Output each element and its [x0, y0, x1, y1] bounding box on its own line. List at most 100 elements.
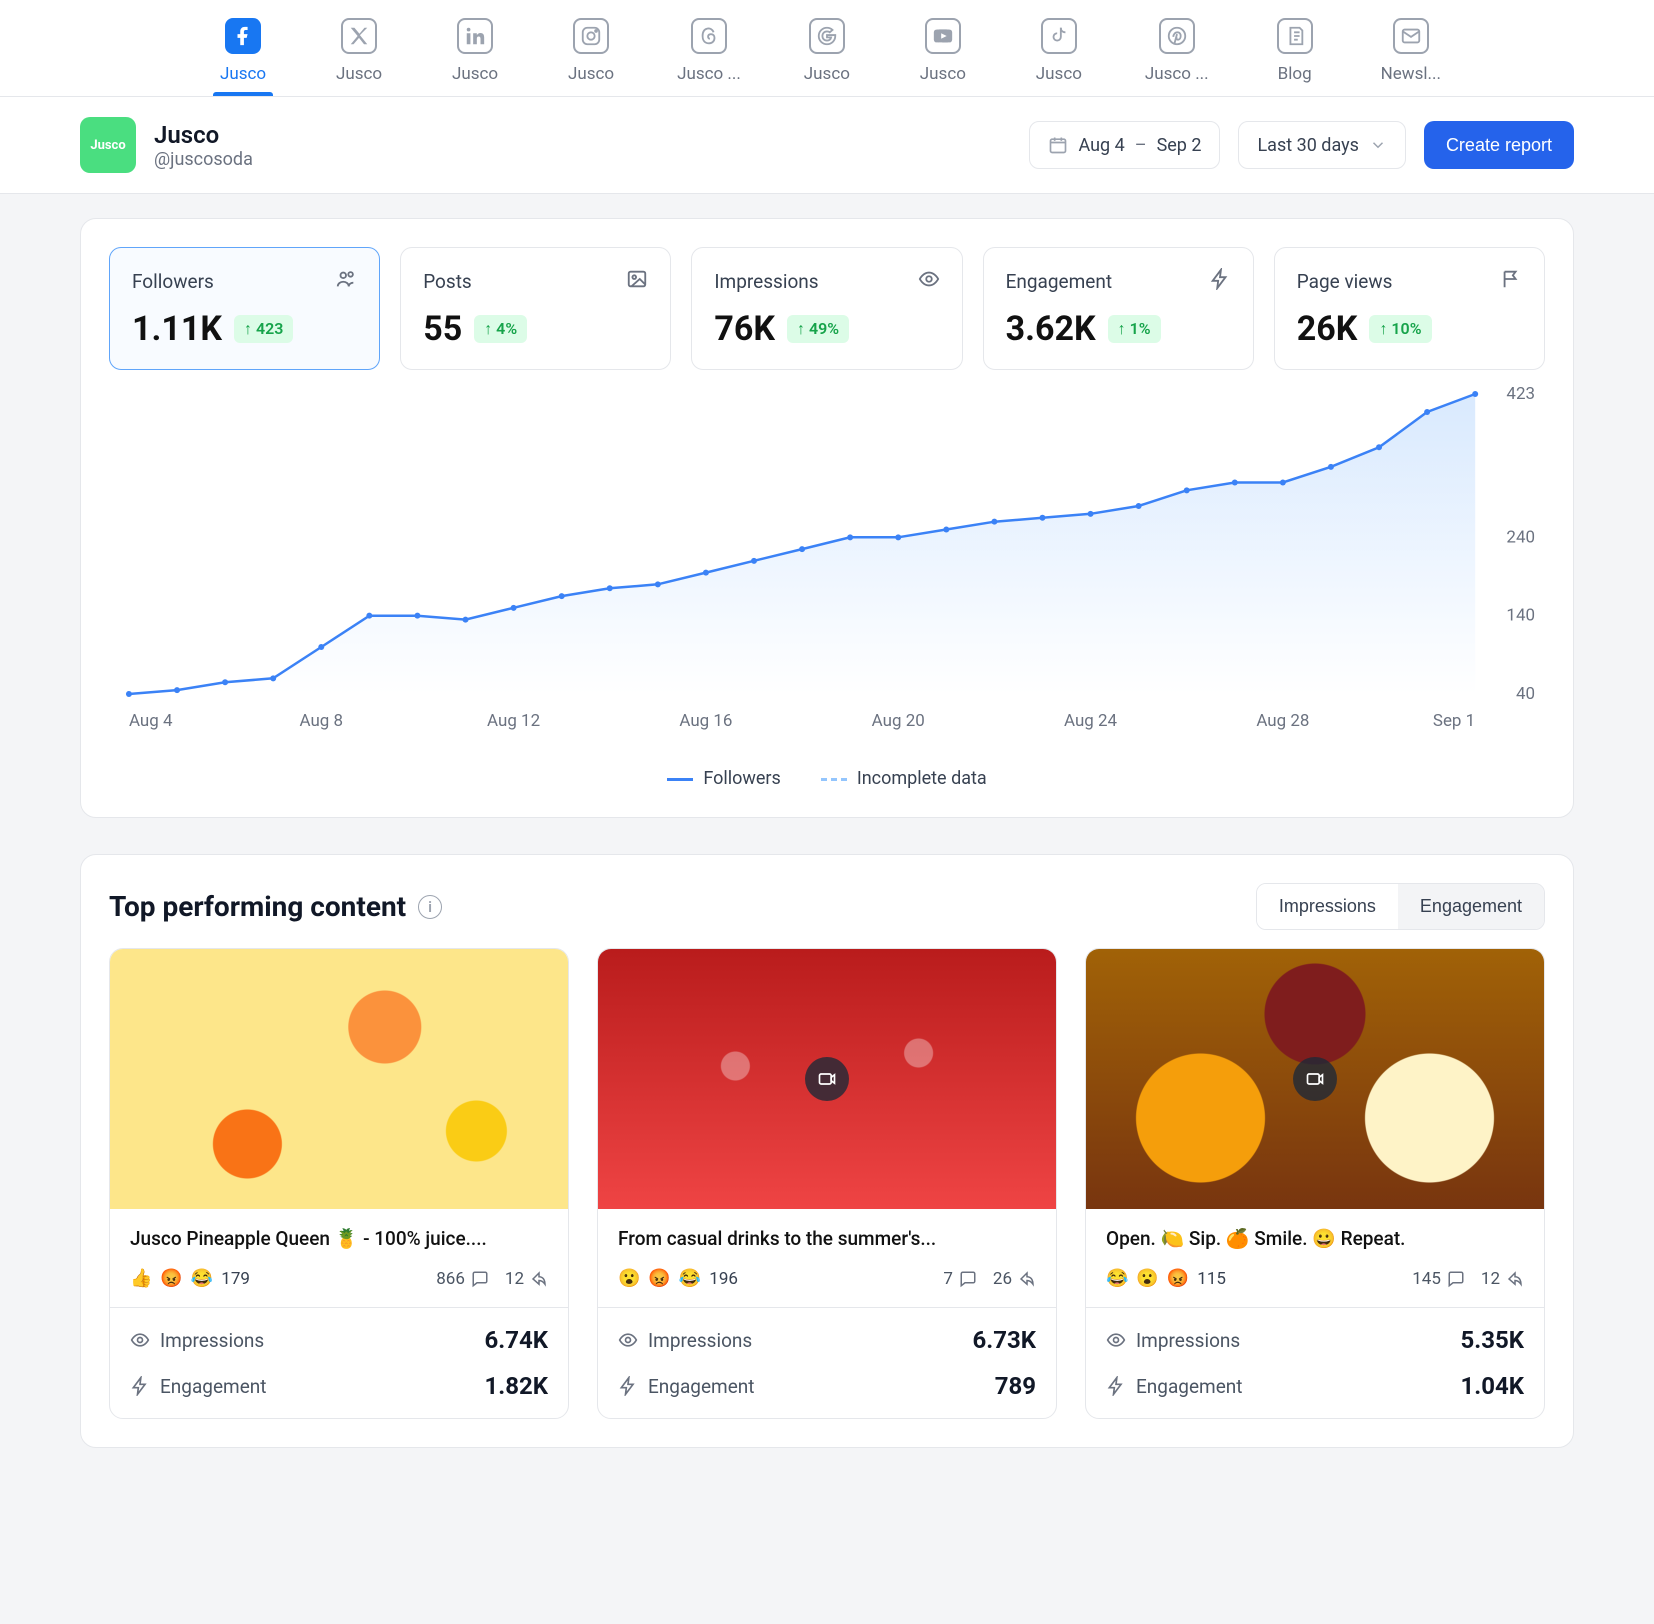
- stat-value: 3.62K: [1006, 309, 1096, 349]
- post-reactions: 😂😮😡 115: [1106, 1268, 1226, 1289]
- account-name: Jusco: [154, 121, 253, 149]
- calendar-icon: [1048, 135, 1068, 155]
- reaction-count: 196: [709, 1269, 738, 1289]
- video-play-icon: [1293, 1057, 1337, 1101]
- content-card[interactable]: Jusco Pineapple Queen 🍍 - 100% juice....…: [109, 948, 569, 1419]
- followers-chart: 40140240423Aug 4Aug 8Aug 12Aug 16Aug 20A…: [109, 384, 1545, 789]
- stat-label: Page views: [1297, 270, 1393, 293]
- share-count: 12: [1481, 1269, 1524, 1289]
- account-handle: @juscosoda: [154, 149, 253, 170]
- engagement-value: 1.04K: [1460, 1372, 1524, 1400]
- tab-facebook[interactable]: Jusco: [213, 18, 273, 96]
- tab-instagram[interactable]: Jusco: [561, 18, 621, 96]
- svg-text:Aug 4: Aug 4: [129, 711, 173, 731]
- range-preset-label: Last 30 days: [1257, 135, 1358, 156]
- instagram-icon: [573, 18, 609, 54]
- image-icon: [626, 268, 648, 295]
- post-reactions: 😮😡😂 196: [618, 1268, 738, 1289]
- svg-text:140: 140: [1506, 606, 1535, 626]
- tab-threads[interactable]: Jusco ...: [677, 18, 741, 96]
- engagement-value: 1.82K: [484, 1372, 548, 1400]
- comment-count: 866: [436, 1269, 489, 1289]
- stat-value: 1.11K: [132, 309, 222, 349]
- stat-engagement[interactable]: Engagement3.62K↑ 1%: [983, 247, 1254, 370]
- eye-icon: [918, 268, 940, 295]
- reaction-count: 179: [221, 1269, 250, 1289]
- stat-pageviews[interactable]: Page views26K↑ 10%: [1274, 247, 1545, 370]
- date-range-picker[interactable]: Aug 4 – Sep 2: [1029, 121, 1220, 169]
- engagement-label: Engagement: [1106, 1375, 1243, 1398]
- post-title: From casual drinks to the summer's...: [618, 1227, 1036, 1250]
- date-from: Aug 4: [1078, 135, 1124, 156]
- stat-delta: ↑ 49%: [787, 315, 849, 343]
- tab-label: Blog: [1278, 64, 1312, 84]
- tab-blog[interactable]: Blog: [1265, 18, 1325, 96]
- svg-text:Aug 12: Aug 12: [487, 711, 540, 731]
- tab-label: Jusco: [804, 64, 850, 84]
- content-card[interactable]: From casual drinks to the summer's... 😮😡😂…: [597, 948, 1057, 1419]
- tab-google[interactable]: Jusco: [797, 18, 857, 96]
- tab-label: Jusco: [568, 64, 614, 84]
- post-thumbnail: [110, 949, 568, 1209]
- svg-text:Aug 16: Aug 16: [679, 711, 732, 731]
- tab-youtube[interactable]: Jusco: [913, 18, 973, 96]
- stat-followers[interactable]: Followers1.11K↑ 423: [109, 247, 380, 370]
- impressions-label: Impressions: [618, 1329, 752, 1352]
- chevron-down-icon: [1369, 136, 1387, 154]
- stat-value: 76K: [714, 309, 775, 349]
- tab-label: Jusco: [452, 64, 498, 84]
- range-preset-dropdown[interactable]: Last 30 days: [1238, 121, 1405, 169]
- tab-newsletter[interactable]: Newsl...: [1381, 18, 1441, 96]
- engagement-label: Engagement: [130, 1375, 267, 1398]
- impressions-value: 5.35K: [1460, 1326, 1524, 1354]
- x-icon: [341, 18, 377, 54]
- impressions-value: 6.74K: [484, 1326, 548, 1354]
- svg-text:Sep 1: Sep 1: [1433, 711, 1475, 731]
- info-icon[interactable]: i: [418, 895, 442, 919]
- share-count: 26: [993, 1269, 1036, 1289]
- impressions-label: Impressions: [1106, 1329, 1240, 1352]
- metric-segmented-control: Impressions Engagement: [1256, 883, 1545, 930]
- tab-pinterest[interactable]: Jusco ...: [1145, 18, 1209, 96]
- svg-text:240: 240: [1506, 527, 1535, 547]
- svg-text:Aug 28: Aug 28: [1256, 711, 1309, 731]
- impressions-value: 6.73K: [972, 1326, 1036, 1354]
- segment-engagement[interactable]: Engagement: [1398, 884, 1544, 929]
- stat-value: 26K: [1297, 309, 1358, 349]
- threads-icon: [691, 18, 727, 54]
- svg-text:Aug 8: Aug 8: [299, 711, 343, 731]
- stat-delta: ↑ 4%: [474, 315, 527, 343]
- stat-impressions[interactable]: Impressions 76K ↑ 49%: [691, 247, 962, 370]
- impressions-label: Impressions: [130, 1329, 264, 1352]
- tab-linkedin[interactable]: Jusco: [445, 18, 505, 96]
- facebook-icon: [225, 18, 261, 54]
- content-card[interactable]: Open. 🍋 Sip. 🍊 Smile. 😀 Repeat.😂😮😡 11514…: [1085, 948, 1545, 1419]
- zap-icon: [1209, 268, 1231, 295]
- segment-impressions[interactable]: Impressions: [1257, 884, 1398, 929]
- newsletter-icon: [1393, 18, 1429, 54]
- svg-text:40: 40: [1516, 684, 1535, 704]
- tab-x[interactable]: Jusco: [329, 18, 389, 96]
- tab-tiktok[interactable]: Jusco: [1029, 18, 1089, 96]
- create-report-button[interactable]: Create report: [1424, 121, 1574, 169]
- date-to: Sep 2: [1157, 135, 1202, 156]
- comment-count: 145: [1412, 1269, 1465, 1289]
- video-play-icon: [805, 1057, 849, 1101]
- overview-panel: Followers1.11K↑ 423Posts55↑ 4%Impression…: [80, 218, 1574, 818]
- engagement-label: Engagement: [618, 1375, 755, 1398]
- tab-label: Jusco ...: [1145, 64, 1209, 84]
- stat-delta: ↑ 1%: [1108, 315, 1161, 343]
- stat-label: Impressions: [714, 270, 818, 293]
- page-content: Followers1.11K↑ 423Posts55↑ 4%Impression…: [0, 194, 1654, 1488]
- stat-posts[interactable]: Posts55↑ 4%: [400, 247, 671, 370]
- stat-value: 55: [423, 309, 462, 349]
- google-icon: [809, 18, 845, 54]
- post-thumbnail: [598, 949, 1056, 1209]
- tab-label: Newsl...: [1381, 64, 1441, 84]
- tab-label: Jusco: [336, 64, 382, 84]
- stat-delta: ↑ 423: [234, 315, 293, 343]
- reaction-count: 115: [1197, 1269, 1226, 1289]
- blog-icon: [1277, 18, 1313, 54]
- top-content-panel: Top performing content i Impressions Eng…: [80, 854, 1574, 1448]
- tiktok-icon: [1041, 18, 1077, 54]
